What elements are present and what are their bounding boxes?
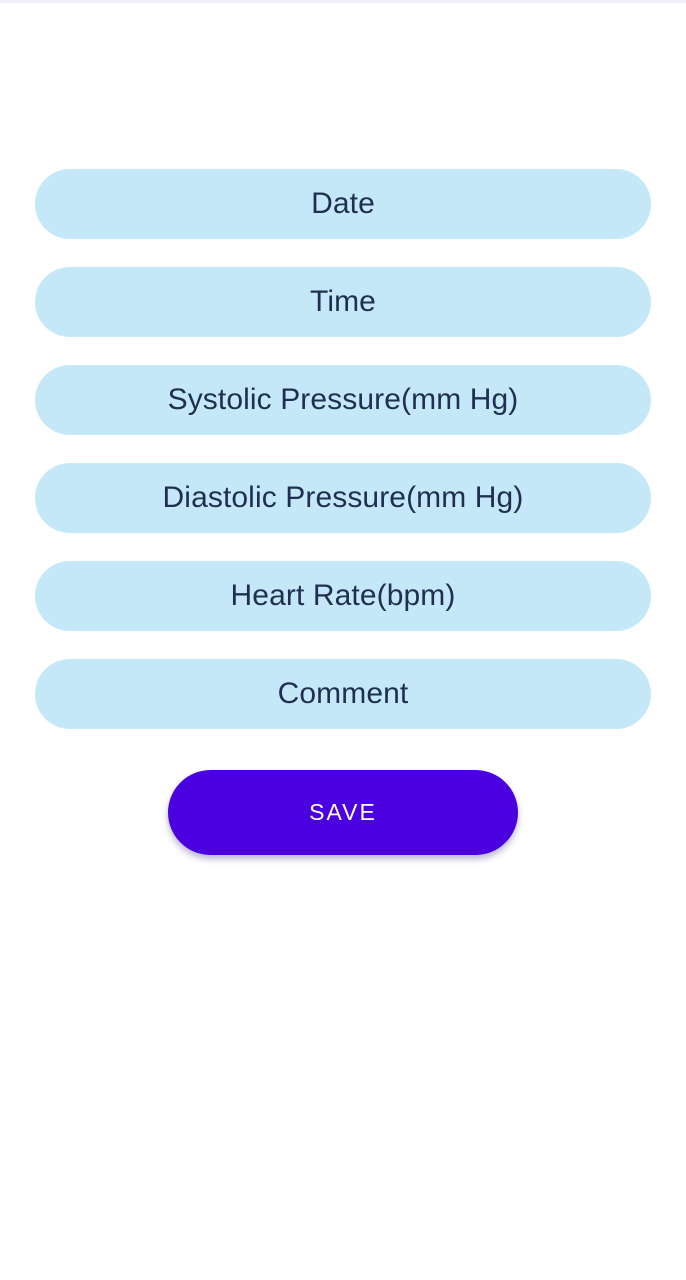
time-field[interactable]: Time [35, 267, 651, 337]
systolic-pressure-field[interactable]: Systolic Pressure(mm Hg) [35, 365, 651, 435]
screen: Date Time Systolic Pressure(mm Hg) Diast… [0, 0, 686, 1280]
systolic-pressure-placeholder: Systolic Pressure(mm Hg) [167, 383, 519, 416]
blood-pressure-form: Date Time Systolic Pressure(mm Hg) Diast… [35, 169, 651, 757]
status-bar-strip [0, 0, 686, 3]
heart-rate-field[interactable]: Heart Rate(bpm) [35, 561, 651, 631]
comment-placeholder: Comment [277, 677, 409, 710]
time-field-placeholder: Time [310, 285, 376, 318]
diastolic-pressure-placeholder: Diastolic Pressure(mm Hg) [162, 481, 524, 514]
save-button-label: SAVE [309, 799, 377, 825]
comment-field[interactable]: Comment [35, 659, 651, 729]
date-field-placeholder: Date [311, 187, 375, 220]
heart-rate-placeholder: Heart Rate(bpm) [230, 579, 456, 612]
date-field[interactable]: Date [35, 169, 651, 239]
diastolic-pressure-field[interactable]: Diastolic Pressure(mm Hg) [35, 463, 651, 533]
save-button[interactable]: SAVE [168, 770, 518, 855]
